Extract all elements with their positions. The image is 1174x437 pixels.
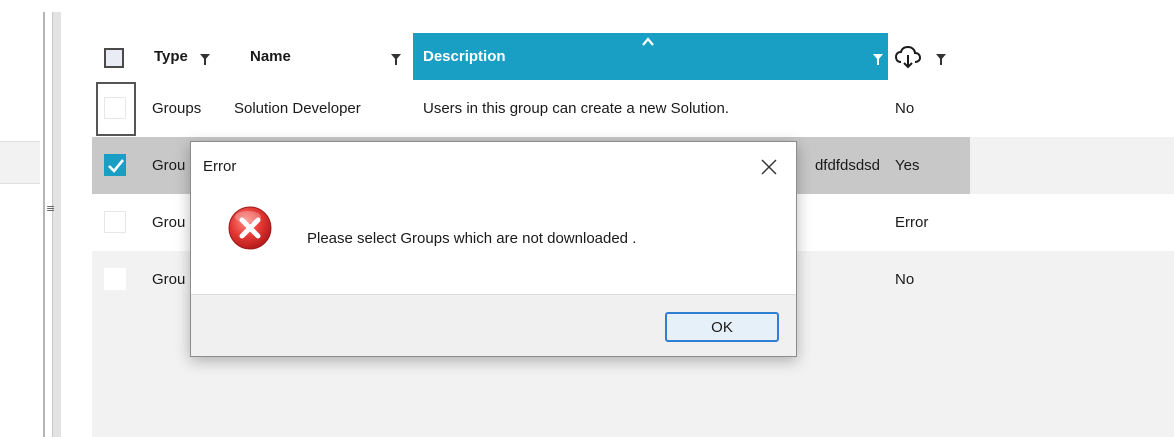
check-icon xyxy=(108,159,125,173)
row-checkbox[interactable] xyxy=(104,268,126,290)
cloud-download-icon xyxy=(894,45,922,68)
cell-description: Users in this group can create a new Sol… xyxy=(423,100,729,117)
column-header-downloaded[interactable] xyxy=(894,33,974,80)
column-header-description[interactable]: Description xyxy=(413,33,888,80)
ok-button[interactable]: OK xyxy=(665,312,779,342)
row-checkbox[interactable] xyxy=(104,97,126,119)
column-header-type[interactable]: Type xyxy=(154,33,234,80)
filter-icon[interactable] xyxy=(873,54,883,65)
left-panel xyxy=(0,0,40,437)
grid-header: Type Name Description xyxy=(92,33,1174,80)
cell-downloaded: Error xyxy=(895,214,929,231)
column-header-name[interactable]: Name xyxy=(250,33,404,80)
cell-downloaded: No xyxy=(895,271,915,288)
column-header-label: Name xyxy=(250,48,291,65)
cell-type: Grou xyxy=(152,214,186,231)
close-icon[interactable] xyxy=(758,156,780,178)
splitter[interactable] xyxy=(52,12,61,437)
column-header-label: Description xyxy=(423,48,506,65)
select-all-checkbox[interactable] xyxy=(104,48,124,68)
filter-icon[interactable] xyxy=(936,53,946,65)
sort-ascending-icon xyxy=(642,37,654,46)
cell-type: Groups xyxy=(152,100,202,117)
cell-type: Grou xyxy=(152,157,186,174)
cell-type: Grou xyxy=(152,271,186,288)
dialog-message: Please select Groups which are not downl… xyxy=(307,230,637,247)
filter-icon[interactable] xyxy=(391,54,401,65)
column-header-label: Type xyxy=(154,48,188,65)
dialog-footer: OK xyxy=(191,294,796,356)
filter-icon[interactable] xyxy=(199,53,210,65)
error-dialog: Error Please select Groups which are not… xyxy=(190,141,797,357)
dialog-title: Error xyxy=(203,158,237,175)
row-checkbox[interactable] xyxy=(104,154,126,176)
table-row[interactable]: Groups Solution Developer Users in this … xyxy=(92,80,1174,137)
error-icon xyxy=(228,206,272,250)
app-root: ≡ Type Name Description Groups Solution … xyxy=(0,0,1174,437)
splitter-grip-icon[interactable]: ≡ xyxy=(46,203,56,214)
row-checkbox[interactable] xyxy=(104,211,126,233)
cell-downloaded: Yes xyxy=(895,157,920,174)
cell-downloaded: No xyxy=(895,100,915,117)
cell-name: Solution Developer xyxy=(234,100,361,117)
panel-border xyxy=(43,12,45,437)
cell-description: dfdfdsdsd xyxy=(814,157,880,174)
left-panel-item[interactable] xyxy=(0,141,40,184)
